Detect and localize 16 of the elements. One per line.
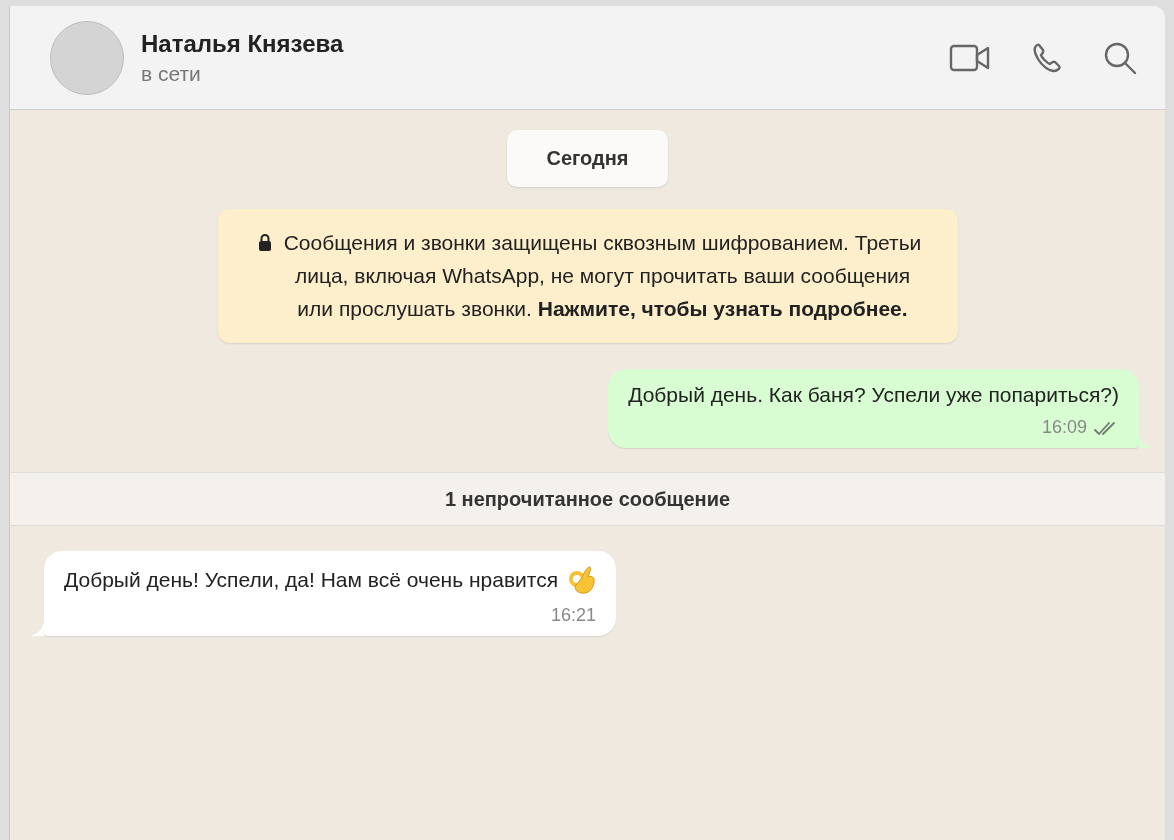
contact-name[interactable]: Наталья Князева [141, 29, 344, 58]
encryption-notice-text: Сообщения и звонки защищены сквозным шифрованием. Третьи лица, включая WhatsApp, не могут прочитать ваши сообщения или прослушать звонки. Нажмите, чтобы узнать подробнее. [282, 230, 923, 322]
search-icon[interactable] [1103, 40, 1137, 75]
date-chip: Сегодня [507, 130, 668, 187]
message-time: 16:09 [1041, 417, 1087, 438]
contact-status: в сети [141, 61, 202, 86]
message-time: 16:21 [551, 605, 597, 626]
phone-icon[interactable] [1031, 41, 1063, 74]
encryption-notice[interactable]: Сообщения и звонки защищены сквозным шифрованием. Третьи лица, включая WhatsApp, не могут прочитать ваши сообщения или прослушать звонки. Нажмите, чтобы узнать подробнее. [217, 209, 958, 343]
message-text: Добрый день. Как баня? Успели уже попариться?) [628, 383, 1119, 406]
message-text: Добрый день! Успели, да! Нам всё очень нравится [64, 568, 559, 592]
video-call-icon[interactable] [949, 42, 991, 73]
unread-count-text: 1 непрочитанное сообщение [444, 487, 731, 511]
outgoing-message-bubble[interactable]: Добрый день. Как баня? Успели уже попариться?) 16:09 [608, 369, 1139, 448]
lock-icon [257, 233, 272, 251]
incoming-message-bubble[interactable]: Добрый день! Успели, да! Нам всё очень нравится 16:21 [44, 551, 617, 636]
